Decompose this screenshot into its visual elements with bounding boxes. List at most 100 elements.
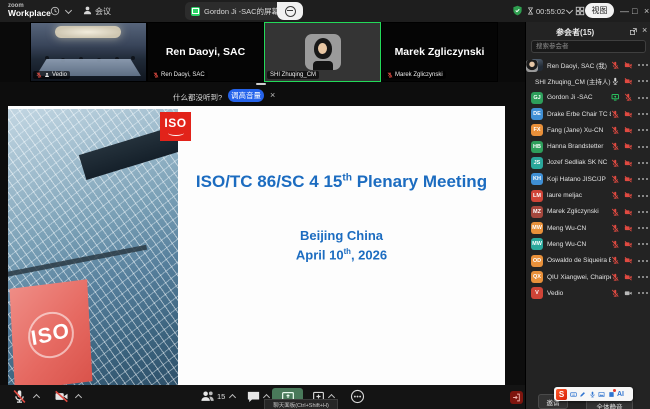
camera-off-icon: [624, 175, 633, 184]
mic-muted-icon: [611, 175, 620, 184]
video-options-chevron-icon[interactable]: [75, 394, 82, 401]
participant-status-icons: [611, 77, 646, 86]
participant-row[interactable]: MW Meng Wu-CN: [526, 236, 650, 252]
participant-more-button[interactable]: [638, 195, 640, 197]
participant-more-button[interactable]: [638, 276, 640, 278]
pop-out-panel-icon[interactable]: [629, 27, 638, 36]
participant-status-icons: [611, 175, 646, 184]
search-participants-input[interactable]: [531, 40, 646, 53]
ime-toolbar[interactable]: S AI: [554, 387, 633, 401]
ime-logo[interactable]: S: [556, 389, 567, 400]
participant-row[interactable]: V Vedio: [526, 285, 650, 301]
video-tile-room[interactable]: Vedio: [30, 22, 147, 82]
ime-ai-label[interactable]: AI: [617, 391, 624, 398]
screen-share-indicator-icon: [191, 7, 200, 16]
titlebar: zoom Workplace 会议 Gordon Ji -SAC的屏幕 00:5…: [0, 0, 650, 22]
participant-row[interactable]: LM laure meljac: [526, 187, 650, 203]
ime-keyboard-icon[interactable]: [570, 391, 577, 398]
participant-avatar: V: [531, 287, 543, 299]
participant-row[interactable]: GJ Gordon Ji -SAC: [526, 90, 650, 106]
video-tile-marek[interactable]: Marek Zgliczynski Marek Zgliczynski: [381, 22, 498, 82]
participant-row[interactable]: FX Fang (Jane) Xu-CN: [526, 122, 650, 138]
participant-more-button[interactable]: [638, 211, 640, 213]
zoom-workplace-logo: zoom Workplace: [8, 3, 51, 17]
video-tile-shi-zhuqing-active-speaker[interactable]: SHI Zhuqing_CM: [264, 22, 381, 82]
ime-clipboard-icon[interactable]: [608, 391, 615, 398]
more-button[interactable]: [350, 389, 365, 404]
participants-chevron-icon[interactable]: [229, 394, 236, 401]
participant-row[interactable]: SHI Zhuqing_CM (主持人): [526, 73, 650, 89]
participant-status-icons: [611, 191, 646, 200]
participant-more-button[interactable]: [638, 260, 640, 262]
participant-row[interactable]: DE Drake Erbe Chair TC 86: [526, 106, 650, 122]
start-video-button[interactable]: [54, 389, 69, 404]
layout-grid-icon[interactable]: [575, 6, 585, 16]
mic-muted-icon: [36, 72, 42, 78]
participant-more-button[interactable]: [638, 243, 640, 245]
participant-row[interactable]: MZ Marek Zgliczynski: [526, 204, 650, 220]
building-photo: ISO: [8, 109, 178, 388]
mic-muted-icon: [153, 72, 159, 78]
stop-viewing-tab[interactable]: [277, 2, 303, 20]
participant-row[interactable]: QX QIU Xiangwei, Chairperson: [526, 269, 650, 285]
participant-name: Ren Daoyi, SAC (我): [547, 60, 611, 70]
participant-row[interactable]: KH Koji Hatano JISC/JP: [526, 171, 650, 187]
participant-status-icons: [611, 240, 646, 249]
participant-row[interactable]: JS Jozef Sedliak SK NC: [526, 155, 650, 171]
chevron-down-icon[interactable]: [65, 7, 72, 14]
participant-more-button[interactable]: [638, 64, 640, 66]
audio-options-chevron-icon[interactable]: [33, 394, 40, 401]
notification-dot: [613, 389, 616, 392]
participant-name: QIU Xiangwei, Chairperson: [547, 274, 611, 281]
ime-image-icon[interactable]: [598, 391, 605, 398]
video-tile-ren-daoyi[interactable]: Ren Daoyi, SAC Ren Daoyi, SAC: [147, 22, 264, 82]
participant-more-button[interactable]: [638, 97, 640, 99]
timer-chevron-icon[interactable]: [566, 7, 573, 14]
participant-row[interactable]: Ren Daoyi, SAC (我): [526, 57, 650, 73]
connection-status-icon[interactable]: [50, 6, 60, 16]
camera-on-icon: [624, 289, 633, 298]
close-button[interactable]: ×: [644, 0, 649, 22]
raise-volume-button[interactable]: 调高音量: [228, 89, 264, 102]
participant-more-button[interactable]: [638, 292, 640, 294]
participant-more-button[interactable]: [638, 162, 640, 164]
participant-more-button[interactable]: [638, 146, 640, 148]
participant-row[interactable]: HB Hanna Brandstetter: [526, 138, 650, 154]
camera-off-icon: [624, 142, 633, 151]
participant-row[interactable]: OD Oswaldo de Siqueira Bueno: [526, 253, 650, 269]
participant-status-icons: [611, 93, 646, 102]
ime-mic-icon[interactable]: [589, 391, 596, 398]
participant-more-button[interactable]: [638, 113, 640, 115]
ime-pencil-icon[interactable]: [579, 391, 586, 398]
view-button[interactable]: 视图: [585, 3, 614, 18]
participant-more-button[interactable]: [638, 80, 640, 82]
maximize-button[interactable]: □: [632, 0, 637, 22]
participant-more-button[interactable]: [638, 227, 640, 229]
participants-button[interactable]: [200, 389, 215, 404]
camera-off-icon: [624, 224, 633, 233]
participant-avatar: LM: [531, 190, 543, 202]
mic-muted-icon: [611, 126, 620, 135]
security-shield-icon[interactable]: [512, 5, 523, 16]
tile-name-tag: Vedio: [33, 71, 70, 79]
filmstrip-resize-handle[interactable]: [256, 83, 266, 85]
close-panel-icon[interactable]: ×: [642, 25, 647, 35]
meeting-toolbar: 15: [0, 385, 525, 409]
mic-muted-icon: [611, 289, 620, 298]
leave-meeting-button[interactable]: [510, 391, 523, 404]
toast-close-icon[interactable]: ×: [270, 90, 275, 100]
participant-more-button[interactable]: [638, 129, 640, 131]
shared-screen-tab-label: Gordon Ji -SAC的屏幕: [204, 6, 279, 17]
meeting-tab-label[interactable]: 会议: [95, 6, 111, 17]
participant-row[interactable]: MW Meng Wu-CN: [526, 220, 650, 236]
shared-screen-slide: ISO ISO ISO/TC 86/SC 4 15th Plenary Meet…: [8, 106, 505, 391]
mic-muted-icon: [624, 93, 633, 102]
chat-button[interactable]: [246, 389, 261, 404]
shared-screen-tab[interactable]: Gordon Ji -SAC的屏幕: [185, 2, 285, 20]
participant-avatar: OD: [531, 255, 543, 267]
participant-more-button[interactable]: [638, 178, 640, 180]
unmute-button[interactable]: [12, 389, 27, 404]
camera-off-icon: [624, 159, 633, 168]
camera-off-icon: [624, 256, 633, 265]
minimize-button[interactable]: —: [620, 0, 629, 22]
